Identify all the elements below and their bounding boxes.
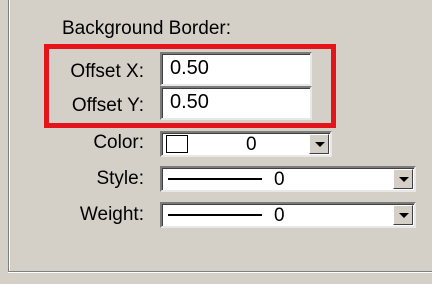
weight-value: 0 bbox=[274, 205, 285, 226]
highlight-box bbox=[44, 44, 336, 128]
panel-left-edge bbox=[8, 0, 10, 272]
panel-bottom-edge bbox=[8, 271, 432, 273]
color-swatch bbox=[166, 135, 188, 153]
style-label: Style: bbox=[96, 168, 144, 189]
line-weight-sample bbox=[168, 214, 262, 216]
section-title: Background Border: bbox=[62, 18, 231, 39]
background-border-panel: Background Border: Offset X: 0.50 Offset… bbox=[0, 0, 432, 284]
style-dropdown[interactable]: 0 bbox=[160, 166, 416, 192]
chevron-down-icon[interactable] bbox=[393, 169, 413, 189]
weight-dropdown[interactable]: 0 bbox=[160, 202, 416, 228]
color-dropdown[interactable]: 0 bbox=[160, 131, 332, 157]
color-value: 0 bbox=[246, 134, 257, 155]
line-style-sample bbox=[168, 178, 262, 180]
style-value: 0 bbox=[274, 169, 285, 190]
weight-label: Weight: bbox=[79, 204, 144, 225]
chevron-down-icon[interactable] bbox=[309, 134, 329, 154]
color-label: Color: bbox=[93, 132, 144, 153]
chevron-down-icon[interactable] bbox=[393, 205, 413, 225]
